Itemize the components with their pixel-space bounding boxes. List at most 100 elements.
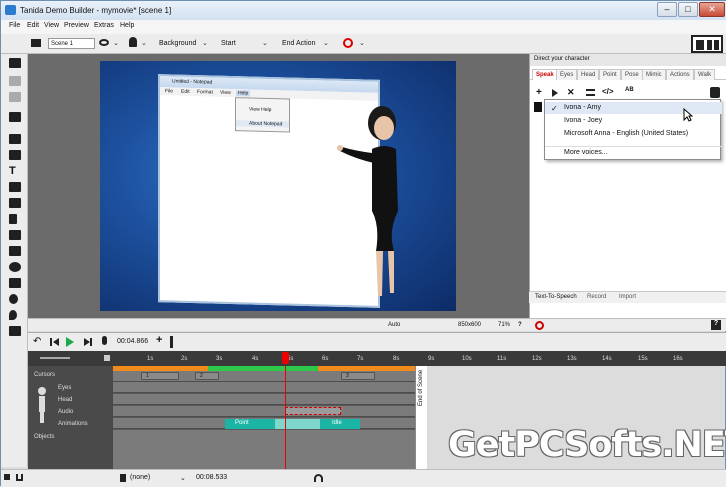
end-action-button[interactable]: End Action <box>282 40 315 47</box>
cursor-keyframe[interactable]: 3 <box>341 372 375 380</box>
microphone-icon[interactable] <box>102 336 107 345</box>
start-button[interactable]: Start <box>221 40 236 47</box>
tab-walk[interactable]: Walk <box>694 69 716 80</box>
no-entry-icon[interactable] <box>343 38 353 48</box>
tab-mimic[interactable]: Mimic <box>642 69 666 80</box>
menu-file[interactable]: File <box>9 22 20 29</box>
chevron-down-icon[interactable]: ⌄ <box>359 39 365 47</box>
up-arrow-icon[interactable] <box>9 76 21 86</box>
animation-clip-point[interactable]: Point <box>225 419 275 429</box>
objects-track[interactable] <box>113 430 415 469</box>
playhead-handle[interactable] <box>282 352 289 364</box>
lock-icon[interactable] <box>104 355 110 361</box>
add-marker-icon[interactable]: + <box>156 334 162 346</box>
play-icon[interactable] <box>9 112 21 122</box>
panel-help-button[interactable]: ? <box>711 320 721 330</box>
button-icon[interactable] <box>9 230 21 240</box>
list-icon[interactable] <box>586 89 595 96</box>
headphones-icon[interactable] <box>314 474 323 482</box>
help-button[interactable]: ? <box>518 322 522 328</box>
animations-track[interactable]: Point Idle <box>113 418 415 429</box>
rewind-icon[interactable] <box>50 338 52 346</box>
chevron-down-icon[interactable]: ⌄ <box>113 39 119 47</box>
background-button[interactable]: Background <box>159 40 196 47</box>
target-icon[interactable] <box>9 262 21 272</box>
zoom-slider[interactable] <box>40 357 70 359</box>
flash-icon[interactable] <box>9 246 21 256</box>
more-voices-item[interactable]: More voices... <box>545 146 722 158</box>
tab-point[interactable]: Point <box>599 69 621 80</box>
speech-text-area[interactable] <box>534 102 542 112</box>
tab-import[interactable]: Import <box>619 294 636 300</box>
magnet-icon[interactable] <box>16 474 23 481</box>
pointer-icon[interactable] <box>9 214 17 224</box>
marker-bar-icon[interactable] <box>170 336 173 348</box>
scene-select[interactable]: Scene 1 <box>48 38 95 49</box>
cursors-track[interactable]: 1 2 3 <box>113 371 415 382</box>
chevron-down-icon[interactable]: ⌄ <box>141 39 147 47</box>
down-arrow-icon[interactable] <box>9 92 21 102</box>
no-character-icon[interactable] <box>535 321 544 330</box>
zoom-label[interactable]: 71% <box>498 322 510 328</box>
tab-speak[interactable]: Speak <box>532 69 558 80</box>
bottom-select[interactable]: (none) <box>130 474 150 481</box>
audio-clip[interactable] <box>285 407 341 415</box>
film-strip-icon[interactable] <box>120 474 126 482</box>
grid-icon[interactable] <box>9 58 21 68</box>
menu-view[interactable]: View <box>44 22 59 29</box>
layout-toggle-icon[interactable] <box>691 35 723 53</box>
voice-item-amy[interactable]: ✓ Ivona - Amy <box>545 102 722 114</box>
close-button[interactable]: ✕ <box>699 2 725 17</box>
eye-icon[interactable] <box>99 39 109 46</box>
animation-clip-idle[interactable]: Idle <box>320 419 360 429</box>
rewind-arrow-icon[interactable] <box>53 338 59 346</box>
undo-icon[interactable]: ↶ <box>33 336 41 347</box>
timeline-ruler[interactable]: 1s 2s 3s 4s 5s 6s 7s 8s 9s 10s 11s 12s 1… <box>28 351 726 366</box>
add-icon[interactable]: + <box>536 88 542 98</box>
speech-bubble-icon[interactable] <box>9 134 21 144</box>
character-figure[interactable] <box>336 101 416 301</box>
auto-label[interactable]: Auto <box>388 322 400 328</box>
timeline-grid[interactable]: 1 2 3 Point Idle <box>113 366 415 469</box>
note-icon[interactable] <box>9 150 21 160</box>
tab-pose[interactable]: Pose <box>621 69 643 80</box>
bottom-select-chevron[interactable]: ⌄ <box>180 474 186 482</box>
eyes-track[interactable] <box>113 382 415 393</box>
snap-icon[interactable] <box>4 474 10 480</box>
code-icon[interactable]: </> <box>602 87 614 96</box>
menu-help[interactable]: Help <box>120 22 134 29</box>
text-icon[interactable]: T <box>9 166 21 177</box>
playhead[interactable] <box>285 366 286 469</box>
voice-item-anna[interactable]: Microsoft Anna - English (United States) <box>545 128 722 140</box>
chevron-down-icon[interactable]: ⌄ <box>202 39 208 47</box>
k-icon[interactable] <box>9 326 21 336</box>
chevron-down-icon[interactable]: ⌄ <box>262 39 268 47</box>
cursor-keyframe[interactable]: 2 <box>195 372 219 380</box>
play-green-icon[interactable] <box>66 337 74 347</box>
character-icon[interactable] <box>129 37 137 47</box>
forward-end-icon[interactable] <box>90 338 92 346</box>
tab-actions[interactable]: Actions <box>666 69 694 80</box>
image-icon[interactable] <box>9 198 21 208</box>
zoom-icon[interactable] <box>9 294 18 304</box>
menu-edit[interactable]: Edit <box>27 22 39 29</box>
menu-extras[interactable]: Extras <box>94 22 114 29</box>
voice-item-joey[interactable]: Ivona - Joey <box>545 115 722 127</box>
character-icon[interactable] <box>710 87 720 98</box>
film-icon[interactable] <box>9 278 21 288</box>
play-icon[interactable] <box>552 89 558 97</box>
menu-preview[interactable]: Preview <box>64 22 89 29</box>
tab-record[interactable]: Record <box>587 294 606 300</box>
minimize-button[interactable]: – <box>657 2 677 17</box>
rectangle-icon[interactable] <box>9 182 21 192</box>
tab-head[interactable]: Head <box>577 69 600 80</box>
delete-icon[interactable]: ✕ <box>567 87 575 98</box>
drop-icon[interactable] <box>9 310 17 320</box>
cursor-keyframe[interactable]: 1 <box>141 372 179 380</box>
tab-text-to-speech[interactable]: Text-To-Speech <box>535 294 577 300</box>
monitor-icon[interactable] <box>31 39 41 47</box>
tab-eyes[interactable]: Eyes <box>556 69 578 80</box>
head-track[interactable] <box>113 394 415 405</box>
spellcheck-icon[interactable]: AB <box>625 87 634 93</box>
chevron-down-icon[interactable]: ⌄ <box>323 39 329 47</box>
